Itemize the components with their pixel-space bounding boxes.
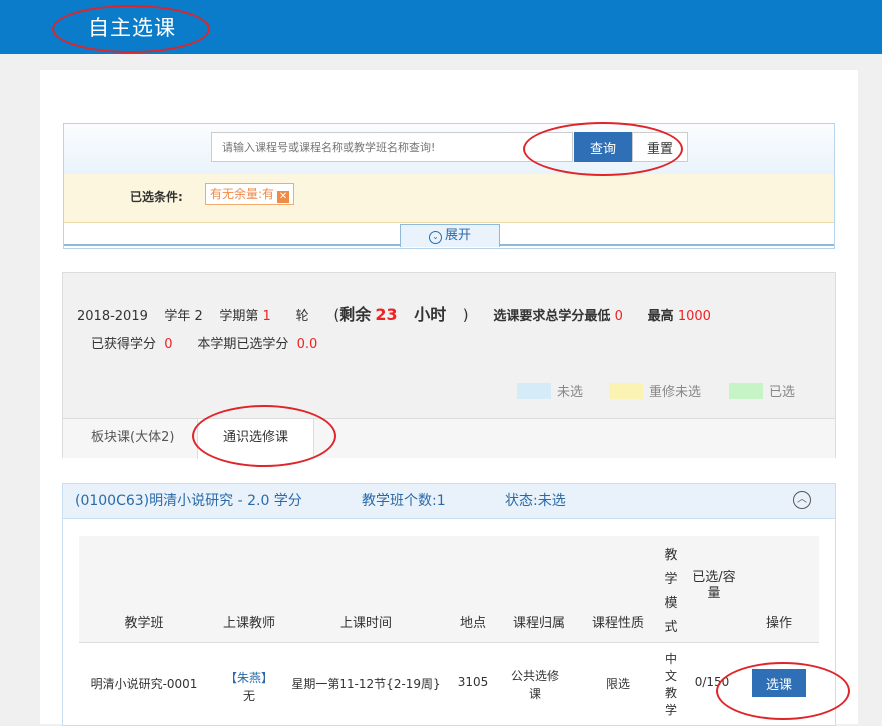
tab-general-elective[interactable]: 通识选修课 bbox=[197, 418, 315, 459]
col-header-mode: 教学模式 bbox=[664, 548, 678, 635]
credit-min: 0 bbox=[614, 309, 623, 324]
class-count: 教学班个数:1 bbox=[362, 493, 446, 509]
col-header-op: 操作 bbox=[765, 616, 792, 631]
remain-value: 23 bbox=[375, 305, 398, 324]
col-header-time: 上课时间 bbox=[339, 616, 392, 631]
legend-selected: 已选 bbox=[729, 381, 795, 400]
year-label: 学年 bbox=[164, 309, 191, 324]
top-bar: 自主选课 bbox=[0, 0, 882, 54]
cell-location: 3105 bbox=[457, 675, 489, 689]
cell-time: 星期一第11-12节{2-19周} bbox=[291, 677, 441, 691]
term-selected-credits-value: 0.0 bbox=[296, 337, 318, 352]
query-button[interactable]: 查询 bbox=[574, 132, 632, 162]
col-header-class: 教学班 bbox=[124, 616, 164, 631]
course-panel: (0100C63)明清小说研究 - 2.0 学分 教学班个数:1 状态:未选 ︿… bbox=[62, 483, 836, 726]
table-row: 明清小说研究-0001 【朱燕】 无 星期一第11-12节{2-19周} 310… bbox=[79, 643, 819, 725]
search-input[interactable] bbox=[211, 132, 573, 162]
remain-close: ) bbox=[462, 306, 469, 324]
earned-credits-value: 0 bbox=[164, 337, 173, 352]
selected-conditions-row: 已选条件: 有无余量:有 ✕ bbox=[64, 174, 834, 223]
course-category-tabs: 板块课(大体2) 通识选修课 bbox=[63, 418, 835, 459]
credit-info-row: 已获得学分 0 本学期已选学分 0.0 bbox=[91, 333, 317, 352]
course-title: (0100C63)明清小说研究 - 2.0 学分 bbox=[75, 493, 302, 509]
col-header-belong: 课程归属 bbox=[512, 616, 565, 631]
tab-block-course[interactable]: 板块课(大体2) bbox=[91, 419, 174, 457]
academic-year: 2018-2019 bbox=[77, 309, 148, 324]
reset-button[interactable]: 重置 bbox=[632, 132, 688, 162]
remain-label: 剩余 bbox=[339, 305, 372, 324]
cell-nature: 限选 bbox=[605, 677, 630, 691]
legend-retake: 重修未选 bbox=[609, 381, 701, 400]
cell-belong: 公共选修课 bbox=[510, 669, 559, 701]
chevron-up-circle-icon[interactable]: ︿ bbox=[793, 491, 811, 509]
term-selected-credits-label: 本学期已选学分 bbox=[197, 337, 289, 352]
search-panel: 查询 重置 已选条件: 有无余量:有✕ ⌄展开 bbox=[63, 123, 835, 249]
credit-requirement-label: 选课要求总学分最低 bbox=[493, 309, 611, 324]
legend-unselected: 未选 bbox=[517, 381, 583, 400]
earned-credits-label: 已获得学分 bbox=[91, 337, 157, 352]
col-header-capacity: 已选/容量 bbox=[692, 570, 736, 601]
course-header[interactable]: (0100C63)明清小说研究 - 2.0 学分 教学班个数:1 状态:未选 ︿ bbox=[63, 484, 835, 519]
close-icon[interactable]: ✕ bbox=[277, 191, 290, 203]
expand-toggle[interactable]: ⌄ 展开 bbox=[400, 224, 500, 247]
term-info-row: 2018-2019 学年 2 学期第 1 轮 (剩余 23 小时 ) 选课要求总… bbox=[77, 301, 711, 325]
chevron-down-circle-icon: ⌄ bbox=[428, 231, 442, 244]
table-header-row: 教学班 上课教师 上课时间 地点 课程归属 课程性质 教学模式 已选/容量 操作 bbox=[79, 536, 819, 643]
page-title: 自主选课 bbox=[88, 16, 176, 40]
credit-max-label: 最高 bbox=[647, 309, 674, 324]
selection-info-panel: 2018-2019 学年 2 学期第 1 轮 (剩余 23 小时 ) 选课要求总… bbox=[62, 272, 836, 459]
legend-swatch bbox=[517, 383, 551, 399]
teacher-link[interactable]: 【朱燕】 bbox=[225, 671, 273, 685]
round-label: 轮 bbox=[295, 309, 309, 324]
remain-unit: 小时 bbox=[414, 305, 447, 324]
conditions-label: 已选条件: bbox=[130, 190, 183, 204]
year-suffix: 2 bbox=[194, 309, 203, 324]
credit-max: 1000 bbox=[677, 309, 711, 324]
legend-label: 未选 bbox=[557, 385, 584, 400]
condition-tag[interactable]: 有无余量:有 ✕ bbox=[205, 183, 295, 205]
legend-label: 已选 bbox=[769, 385, 796, 400]
legend-label: 重修未选 bbox=[649, 385, 702, 400]
col-header-location: 地点 bbox=[459, 616, 486, 631]
cell-teacher: 【朱燕】 无 bbox=[219, 669, 279, 705]
condition-tag-text: 有无余量:有 bbox=[210, 187, 275, 201]
cell-capacity: 0/150 bbox=[694, 675, 730, 689]
col-header-teacher: 上课教师 bbox=[222, 616, 275, 631]
round-number: 1 bbox=[262, 309, 271, 324]
course-status: 状态:未选 bbox=[505, 493, 566, 509]
legend-swatch bbox=[729, 383, 763, 399]
select-course-button[interactable]: 选课 bbox=[752, 669, 806, 697]
search-row: 查询 重置 bbox=[64, 124, 834, 175]
cell-class: 明清小说研究-0001 bbox=[90, 677, 198, 691]
col-header-nature: 课程性质 bbox=[591, 616, 644, 631]
teacher-sub: 无 bbox=[242, 689, 255, 703]
term-label: 学期第 bbox=[219, 309, 259, 324]
legend-swatch bbox=[609, 383, 643, 399]
expand-label: 展开 bbox=[444, 228, 471, 243]
cell-mode: 中文教学 bbox=[664, 652, 677, 717]
